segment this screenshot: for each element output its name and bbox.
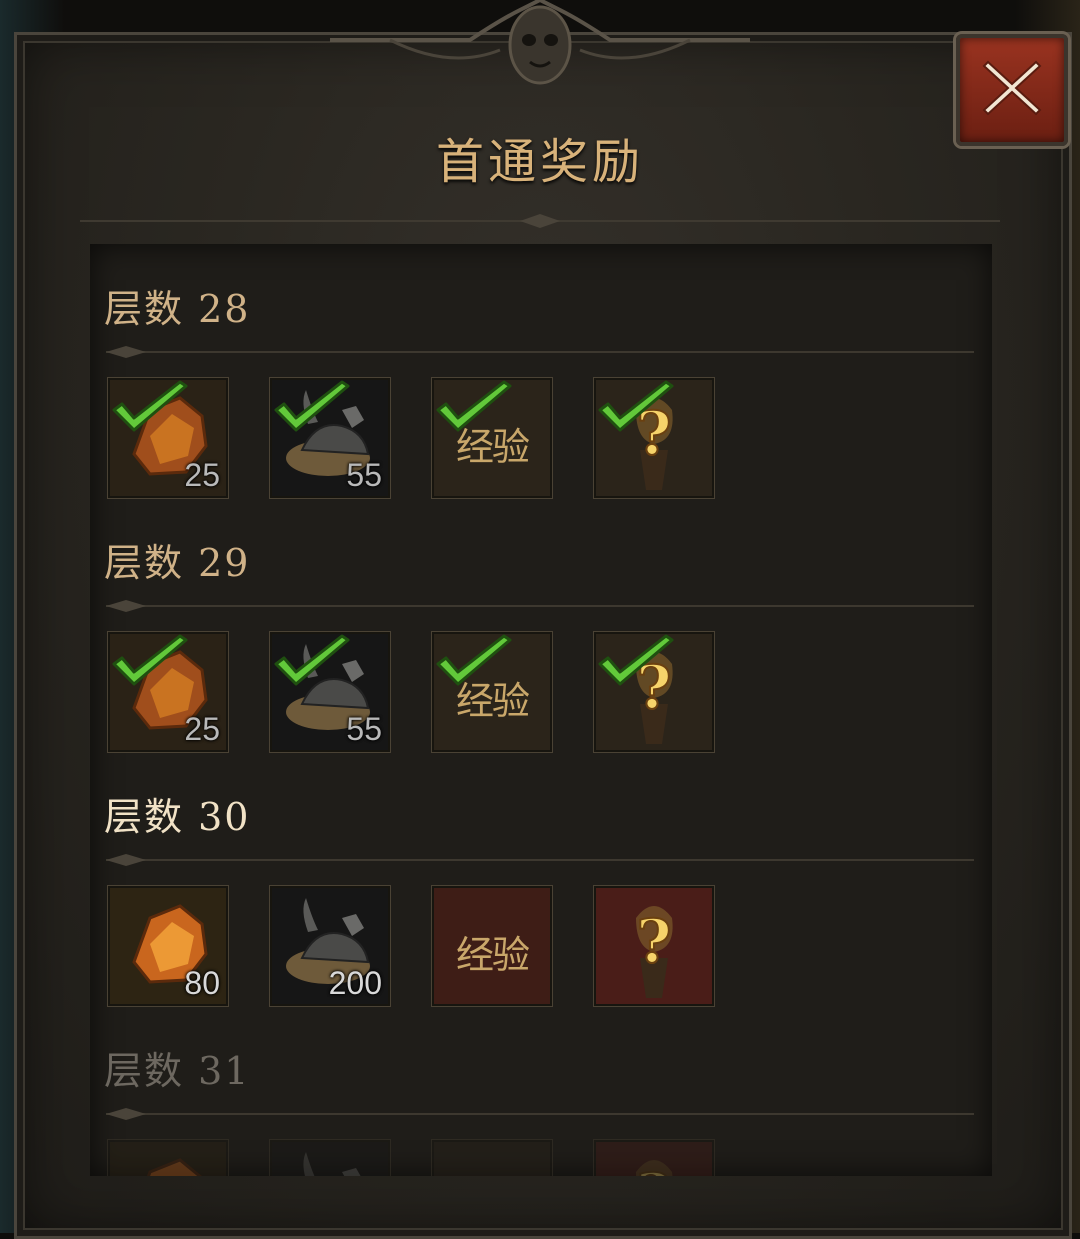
floor-section: 层数 31 ?	[90, 1006, 992, 1176]
reward-slot-ore[interactable]: 25	[108, 632, 228, 752]
floor-label: 层数 29	[104, 541, 251, 585]
reward-slot-mystery[interactable]: ?	[594, 632, 714, 752]
reward-slot-mystery[interactable]: ?	[594, 886, 714, 1006]
reward-row: ?	[108, 1140, 728, 1176]
reward-quantity: 55	[346, 711, 382, 747]
floor-label: 层数 30	[104, 795, 251, 839]
reward-slot-armor[interactable]: 55	[270, 632, 390, 752]
floor-label: 层数 28	[104, 287, 251, 331]
close-x-icon	[982, 60, 1042, 116]
reward-slot-ore[interactable]: 25	[108, 378, 228, 498]
reward-slot-mystery[interactable]: ?	[594, 1140, 714, 1176]
floor-label: 层数 31	[104, 1049, 251, 1093]
reward-slot-ore[interactable]	[108, 1140, 228, 1176]
svg-text:?: ?	[636, 907, 671, 977]
claimed-check-icon	[598, 380, 674, 432]
reward-quantity: 55	[346, 457, 382, 493]
reward-slot-armor[interactable]: 55	[270, 378, 390, 498]
floor-divider	[106, 1108, 974, 1120]
floor-section: 层数 30 80 200 经验 ?	[90, 752, 992, 1006]
title-divider	[80, 214, 1000, 228]
floor-divider	[106, 346, 974, 358]
claimed-check-icon	[274, 634, 350, 686]
skull-crest-ornament	[330, 0, 750, 85]
reward-slot-exp[interactable]: 经验	[432, 378, 552, 498]
reward-slot-exp[interactable]	[432, 1140, 552, 1176]
floor-section: 层数 29 25 55 经验 ?	[90, 498, 992, 752]
mystery-gear-icon: ?	[596, 888, 712, 1004]
claimed-check-icon	[274, 380, 350, 432]
armor-pile-icon	[272, 1142, 388, 1176]
mystery-gear-icon: ?	[596, 1142, 712, 1176]
reward-slot-ore[interactable]: 80	[108, 886, 228, 1006]
floor-section: 层数 28 25 55 经验 ?	[90, 244, 992, 498]
reward-quantity: 80	[184, 965, 220, 1001]
reward-slot-exp[interactable]: 经验	[432, 632, 552, 752]
floor-divider	[106, 854, 974, 866]
reward-list[interactable]: 层数 28 25 55 经验 ? 层数 29 25 55 经验 ? 层数 30 …	[90, 244, 992, 1176]
claimed-check-icon	[436, 634, 512, 686]
reward-slot-armor[interactable]	[270, 1140, 390, 1176]
floor-divider	[106, 600, 974, 612]
reward-row: 25 55 经验 ?	[108, 632, 728, 752]
reward-quantity: 200	[328, 965, 382, 1001]
exp-label: 经验	[455, 933, 530, 977]
close-button[interactable]	[956, 34, 1068, 146]
claimed-check-icon	[436, 380, 512, 432]
svg-text:?: ?	[636, 1161, 671, 1176]
reward-row: 25 55 经验 ?	[108, 378, 728, 498]
reward-slot-armor[interactable]: 200	[270, 886, 390, 1006]
reward-quantity: 25	[184, 711, 220, 747]
reward-row: 80 200 经验 ?	[108, 886, 728, 1006]
dialog-title: 首通奖励	[435, 134, 644, 190]
exp-icon	[434, 1142, 550, 1176]
claimed-check-icon	[598, 634, 674, 686]
amber-ore-icon	[110, 1142, 226, 1176]
reward-quantity: 25	[184, 457, 220, 493]
claimed-check-icon	[112, 634, 188, 686]
reward-slot-exp[interactable]: 经验	[432, 886, 552, 1006]
claimed-check-icon	[112, 380, 188, 432]
reward-slot-mystery[interactable]: ?	[594, 378, 714, 498]
